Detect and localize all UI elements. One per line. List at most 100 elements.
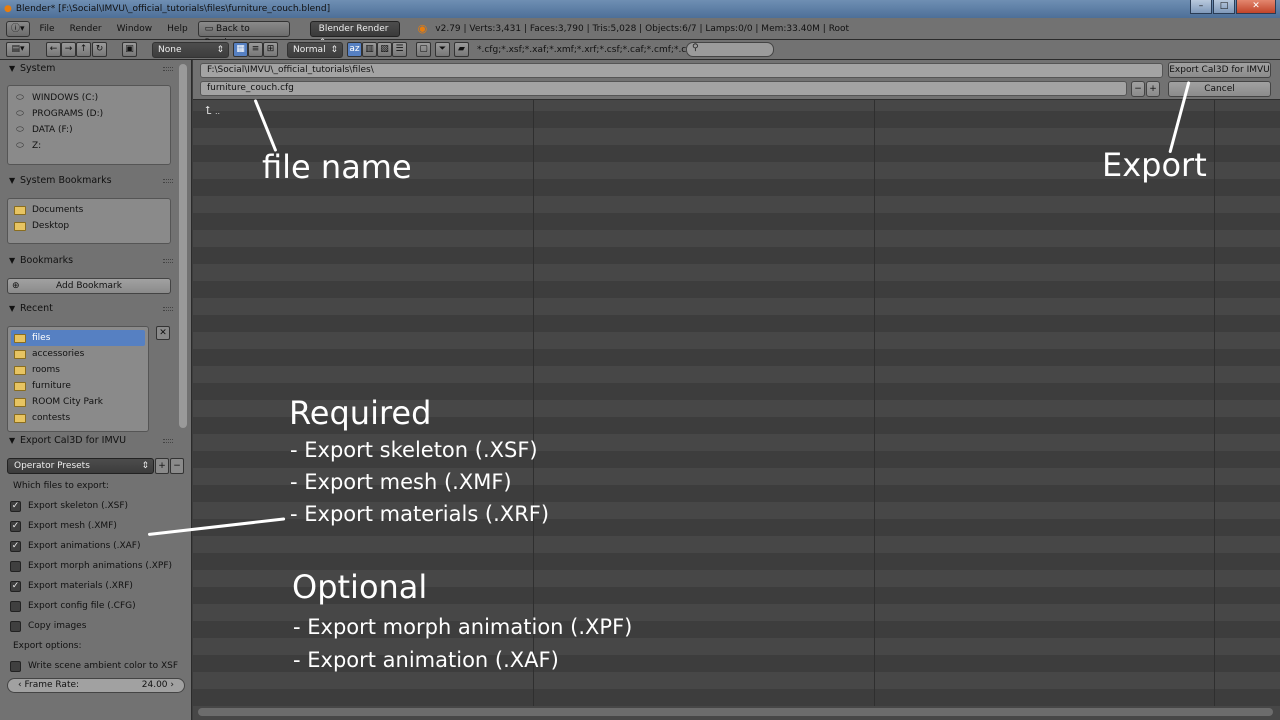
back-to-previous-button[interactable]: ▭ Back to Previous bbox=[197, 20, 290, 48]
folder-icon bbox=[14, 349, 26, 359]
editor-type-filebrowser-icon[interactable]: ▤▾ bbox=[6, 42, 30, 57]
panel-grip-icon[interactable] bbox=[163, 179, 173, 183]
parent-directory-item[interactable]: ⮤ .. bbox=[205, 104, 220, 118]
export-config-checkbox[interactable]: Export config file (.CFG) bbox=[10, 599, 136, 613]
display-short-list-icon[interactable]: ▦ bbox=[233, 42, 248, 57]
ambient-color-checkbox[interactable]: Write scene ambient color to XSF bbox=[10, 659, 178, 673]
copy-images-checkbox[interactable]: Copy images bbox=[10, 619, 86, 633]
frame-rate-field[interactable]: ‹ Frame Rate: 24.00 › bbox=[7, 678, 185, 693]
file-browser-sidebar: ▼ System ⬭ WINDOWS (C:) ⬭ PROGRAMS (D:) ⬭ D… bbox=[0, 60, 192, 720]
recent-list: files accessories rooms furniture ROOM C… bbox=[7, 326, 149, 432]
recursion-select[interactable]: None ⇕ bbox=[152, 42, 229, 58]
menu-file[interactable]: File bbox=[40, 24, 55, 34]
system-list: ⬭ WINDOWS (C:) ⬭ PROGRAMS (D:) ⬭ DATA (F:) … bbox=[7, 85, 171, 165]
checkmark-icon: ✓ bbox=[10, 520, 21, 532]
folder-icon bbox=[14, 381, 26, 391]
operator-presets-select[interactable]: Operator Presets ⇕ bbox=[7, 458, 154, 474]
increment-filename-icon[interactable]: + bbox=[1146, 81, 1160, 97]
list-item[interactable]: furniture bbox=[14, 378, 71, 394]
filename-field[interactable]: furniture_couch.cfg bbox=[200, 81, 1127, 96]
panel-grip-icon[interactable] bbox=[163, 439, 173, 443]
system-panel-header[interactable]: ▼ System bbox=[0, 60, 177, 78]
decrement-filename-icon[interactable]: − bbox=[1131, 81, 1145, 97]
plus-icon: ⊕ bbox=[12, 281, 20, 291]
export-button[interactable]: Export Cal3D for IMVU bbox=[1168, 62, 1271, 78]
folder-icon bbox=[14, 397, 26, 407]
display-size-select[interactable]: Normal ⇕ bbox=[287, 42, 343, 58]
sort-extension-icon[interactable]: ▥ bbox=[362, 42, 377, 57]
file-filter-text: *.cfg;*.xsf;*.xaf;*.xmf;*.xrf;*.csf;*.ca… bbox=[477, 45, 694, 55]
window-title: Blender* [F:\Social\IMVU\_official_tutor… bbox=[15, 4, 331, 14]
close-icon[interactable]: ✕ bbox=[1236, 0, 1276, 14]
filter-folder-icon[interactable]: ▰ bbox=[454, 42, 469, 57]
collapse-triangle-icon: ▼ bbox=[9, 304, 16, 313]
export-morph-animations-checkbox[interactable]: Export morph animations (.XPF) bbox=[10, 559, 172, 573]
annotation-required-item: - Export materials (.XRF) bbox=[290, 502, 550, 526]
hide-dotfiles-icon[interactable]: ▢ bbox=[416, 42, 431, 57]
file-browser-header: ▤▾ ← → ↑ ↻ ▣ None ⇕ ▦ ≡ ⊞ Normal ⇕ az ▥ ▧ … bbox=[0, 40, 1280, 60]
remove-preset-icon[interactable]: − bbox=[170, 458, 184, 474]
minimize-icon[interactable]: – bbox=[1190, 0, 1212, 14]
list-item[interactable]: ⬭ PROGRAMS (D:) bbox=[14, 106, 103, 122]
list-item[interactable]: ⬭ WINDOWS (C:) bbox=[14, 90, 98, 106]
panel-grip-icon[interactable] bbox=[163, 259, 173, 263]
annotation-required-title: Required bbox=[289, 394, 432, 432]
checkmark-icon: ✓ bbox=[10, 540, 21, 552]
list-item[interactable]: contests bbox=[14, 410, 70, 426]
panel-grip-icon[interactable] bbox=[163, 67, 173, 71]
refresh-icon[interactable]: ↻ bbox=[92, 42, 107, 57]
editor-type-info-icon[interactable]: ⓘ▾ bbox=[6, 20, 30, 37]
window-controls: – □ ✕ bbox=[1189, 0, 1276, 14]
bookmark-folder-icon bbox=[14, 205, 26, 215]
list-item[interactable]: Documents bbox=[14, 202, 83, 218]
export-mesh-checkbox[interactable]: ✓ Export mesh (.XMF) bbox=[10, 519, 117, 533]
path-bar: F:\Social\IMVU\_official_tutorials\files… bbox=[193, 60, 1280, 100]
bookmarks-panel-header[interactable]: ▼ Bookmarks bbox=[0, 252, 177, 270]
collapse-triangle-icon: ▼ bbox=[9, 436, 16, 445]
export-animations-checkbox[interactable]: ✓ Export animations (.XAF) bbox=[10, 539, 141, 553]
menu-render[interactable]: Render bbox=[70, 24, 102, 34]
menu-window[interactable]: Window bbox=[117, 24, 153, 34]
sort-alphabetical-icon[interactable]: az bbox=[347, 42, 362, 57]
new-folder-icon[interactable]: ▣ bbox=[122, 42, 137, 57]
add-bookmark-button[interactable]: ⊕ Add Bookmark bbox=[7, 278, 171, 294]
collapse-triangle-icon: ▼ bbox=[9, 64, 16, 73]
display-long-list-icon[interactable]: ≡ bbox=[248, 42, 263, 57]
list-item[interactable]: ROOM City Park bbox=[14, 394, 103, 410]
list-item[interactable]: ⬭ DATA (F:) bbox=[14, 122, 72, 138]
directory-path-field[interactable]: F:\Social\IMVU\_official_tutorials\files… bbox=[200, 63, 1163, 78]
export-materials-checkbox[interactable]: ✓ Export materials (.XRF) bbox=[10, 579, 133, 593]
export-panel-header[interactable]: ▼ Export Cal3D for IMVU bbox=[0, 432, 177, 450]
forward-arrow-icon[interactable]: → bbox=[61, 42, 76, 57]
sidebar-scrollbar[interactable] bbox=[179, 64, 187, 428]
scene-stats: v2.79 | Verts:3,431 | Faces:3,790 | Tris… bbox=[435, 23, 850, 34]
blender-icon: ◉ bbox=[417, 22, 428, 35]
disk-drive-icon: ⬭ bbox=[16, 93, 24, 103]
checkmark-icon: ✓ bbox=[10, 500, 21, 512]
which-files-label: Which files to export: bbox=[13, 481, 109, 491]
search-input[interactable]: ⚲ bbox=[686, 42, 774, 57]
export-skeleton-checkbox[interactable]: ✓ Export skeleton (.XSF) bbox=[10, 499, 128, 513]
list-item[interactable]: ⬭ Z: bbox=[14, 138, 41, 154]
filter-funnel-icon[interactable]: ⏷ bbox=[435, 42, 450, 57]
maximize-icon[interactable]: □ bbox=[1213, 0, 1235, 14]
export-options-label: Export options: bbox=[13, 641, 82, 651]
horizontal-scrollbar[interactable] bbox=[198, 708, 1273, 716]
back-arrow-icon[interactable]: ← bbox=[46, 42, 61, 57]
clear-recent-icon[interactable]: ✕ bbox=[156, 326, 170, 340]
recent-panel-header[interactable]: ▼ Recent bbox=[0, 300, 177, 318]
system-bookmarks-panel-header[interactable]: ▼ System Bookmarks bbox=[0, 172, 177, 190]
add-preset-icon[interactable]: + bbox=[155, 458, 169, 474]
display-thumbnails-icon[interactable]: ⊞ bbox=[263, 42, 278, 57]
panel-grip-icon[interactable] bbox=[163, 307, 173, 311]
list-item[interactable]: rooms bbox=[14, 362, 60, 378]
sort-time-icon[interactable]: ▧ bbox=[377, 42, 392, 57]
menu-help[interactable]: Help bbox=[167, 24, 188, 34]
sort-size-icon[interactable]: ☰ bbox=[392, 42, 407, 57]
list-item[interactable]: Desktop bbox=[14, 218, 69, 234]
render-engine-select[interactable]: Blender Render ⇕ bbox=[309, 20, 400, 48]
disk-drive-icon: ⬭ bbox=[16, 109, 24, 119]
list-item[interactable]: accessories bbox=[14, 346, 84, 362]
parent-directory-icon[interactable]: ↑ bbox=[76, 42, 91, 57]
list-item[interactable]: files bbox=[11, 330, 145, 346]
